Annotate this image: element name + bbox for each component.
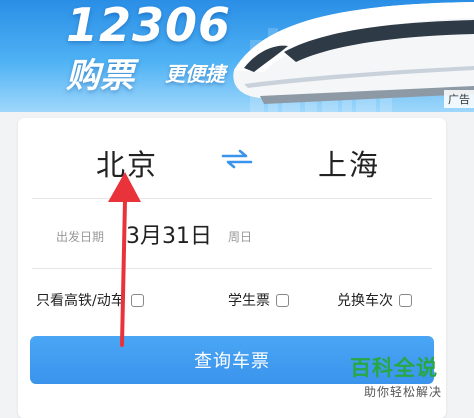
divider xyxy=(32,268,432,269)
banner-number: 12306 xyxy=(66,0,232,52)
watermark-logo: 百科全说 助你轻松解决 xyxy=(350,352,468,404)
divider xyxy=(32,198,432,199)
watermark-subtitle: 助你轻松解决 xyxy=(364,385,443,399)
weekday-label: 周日 xyxy=(228,230,253,244)
option-label: 学生票 xyxy=(228,293,270,309)
swap-arrows-icon[interactable] xyxy=(220,148,254,170)
high-speed-only-checkbox[interactable] xyxy=(130,293,144,307)
station-row: 北京 上海 xyxy=(18,118,446,202)
date-row[interactable]: 出发日期 3月31日 周日 xyxy=(18,204,446,268)
train-illustration xyxy=(233,2,474,104)
banner-slogan-sub: 更便捷 xyxy=(165,62,225,86)
banner-slogan: 购票 xyxy=(66,56,134,96)
watermark-title: 百科全说 xyxy=(350,356,438,380)
student-ticket-option[interactable]: 学生票 xyxy=(228,290,289,310)
date-label: 出发日期 xyxy=(56,230,105,244)
student-ticket-checkbox[interactable] xyxy=(276,293,289,307)
ad-banner[interactable]: 12306 购票 更便捷 广告 xyxy=(0,0,474,112)
filter-options-row: 只看高铁/动车 学生票 兑换车次 xyxy=(18,284,446,320)
option-label: 只看高铁/动车 xyxy=(36,293,125,309)
date-value[interactable]: 3月31日 xyxy=(126,218,212,250)
exchange-train-checkbox[interactable] xyxy=(399,293,412,307)
arrival-station[interactable]: 上海 xyxy=(318,142,380,184)
ad-tag: 广告 xyxy=(444,90,474,108)
option-label: 兑换车次 xyxy=(337,293,393,309)
high-speed-only-option[interactable]: 只看高铁/动车 xyxy=(36,290,144,310)
exchange-train-option[interactable]: 兑换车次 xyxy=(337,290,412,310)
departure-station[interactable]: 北京 xyxy=(96,142,158,184)
